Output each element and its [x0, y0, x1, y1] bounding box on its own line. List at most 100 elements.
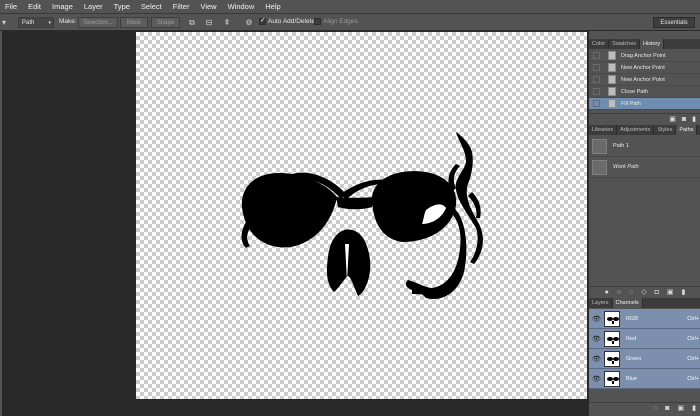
history-item[interactable]: New Anchor Point: [589, 74, 700, 86]
channel-shortcut: Ctrl+: [687, 315, 699, 322]
path-operations-icon[interactable]: ⧉: [187, 18, 197, 27]
new-document-from-state-icon[interactable]: ▣: [669, 115, 676, 123]
channel-row[interactable]: 👁 RGB Ctrl+: [589, 309, 700, 329]
channel-shortcut: Ctrl+: [687, 355, 699, 362]
eye-icon[interactable]: 👁: [592, 315, 601, 323]
history-item-selected[interactable]: Fill Path: [589, 98, 700, 110]
history-step-icon: [608, 87, 616, 96]
tab-history[interactable]: History: [640, 39, 665, 49]
load-channel-selection-icon[interactable]: ◌: [653, 405, 657, 412]
history-step-icon: [608, 63, 616, 72]
history-item-label: New Anchor Point: [621, 76, 665, 83]
path-item-label: Work Path: [613, 164, 639, 170]
menu-edit[interactable]: Edit: [28, 2, 41, 11]
channel-thumbnail: [604, 310, 620, 327]
new-path-icon[interactable]: ▣: [667, 288, 674, 296]
menu-window[interactable]: Window: [228, 2, 255, 11]
path-item[interactable]: Work Path: [589, 157, 700, 178]
history-panel-footer: ▣ ◙ ▮: [589, 113, 700, 124]
tab-layers[interactable]: Layers: [589, 298, 613, 308]
history-step-icon: [608, 75, 616, 84]
skull-thumbnail-icon: [607, 356, 619, 364]
pen-tool-icon[interactable]: ▾: [0, 18, 8, 27]
load-path-as-selection-icon[interactable]: ◌: [629, 289, 633, 296]
history-item[interactable]: New Anchor Point: [589, 62, 700, 74]
history-item[interactable]: Drag Anchor Point: [589, 50, 700, 62]
tab-channels[interactable]: Channels: [612, 298, 643, 308]
channel-name: Red: [626, 335, 637, 342]
history-brush-box[interactable]: [593, 52, 600, 59]
menu-help[interactable]: Help: [265, 2, 280, 11]
add-mask-icon[interactable]: ◘: [655, 289, 659, 296]
channel-shortcut: Ctrl+: [687, 375, 699, 382]
path-arrangement-icon[interactable]: ⇞: [222, 18, 232, 27]
menu-type[interactable]: Type: [114, 2, 130, 11]
history-item-label: Fill Path: [621, 100, 641, 107]
menu-filter[interactable]: Filter: [173, 2, 190, 11]
make-shape-button[interactable]: Shape: [151, 17, 180, 28]
menu-layer[interactable]: Layer: [84, 2, 103, 11]
camera-icon[interactable]: ◙: [682, 116, 686, 123]
auto-add-delete-label: Auto Add/Delete: [268, 18, 315, 25]
channel-name: Green: [626, 355, 642, 362]
tab-styles[interactable]: Styles: [654, 125, 677, 135]
gear-icon[interactable]: ⚙: [244, 18, 254, 27]
fill-path-icon[interactable]: ●: [605, 289, 609, 296]
channel-shortcut: Ctrl+: [687, 335, 699, 342]
trash-icon[interactable]: ▮: [682, 288, 686, 296]
new-channel-icon[interactable]: ▣: [678, 404, 685, 412]
history-item[interactable]: Close Path: [589, 86, 700, 98]
make-mask-button[interactable]: Mask: [120, 17, 148, 28]
options-bar: ▾ Path ▾ Make: Selection... Mask Shape ⧉…: [0, 14, 700, 31]
trash-icon[interactable]: ▮: [692, 115, 696, 123]
trash-icon[interactable]: ▮: [692, 404, 696, 412]
save-selection-icon[interactable]: ◙: [665, 405, 669, 412]
tab-swatches[interactable]: Swatches: [609, 39, 641, 49]
paths-panel-tabs: Libraries Adjustments Styles Paths: [589, 125, 700, 135]
menu-image[interactable]: Image: [52, 2, 73, 11]
auto-add-delete-checkbox[interactable]: [259, 16, 266, 25]
right-panels: Color Swatches History Drag Anchor Point…: [588, 31, 700, 416]
history-step-icon: [608, 51, 616, 60]
history-brush-box[interactable]: [593, 100, 600, 107]
channel-row[interactable]: 👁 Green Ctrl+: [589, 349, 700, 369]
history-item-label: Close Path: [621, 88, 648, 95]
make-label: Make:: [59, 18, 77, 25]
skull-thumbnail-icon: [607, 316, 619, 324]
channel-name: Blue: [626, 375, 638, 382]
channel-row[interactable]: 👁 Blue Ctrl+: [589, 369, 700, 389]
menu-view[interactable]: View: [200, 2, 216, 11]
channel-name: RGB: [626, 315, 638, 322]
chevron-down-icon: ▾: [48, 19, 51, 26]
history-brush-box[interactable]: [593, 88, 600, 95]
channel-thumbnail: [604, 370, 620, 387]
channel-thumbnail: [604, 350, 620, 367]
channels-panel-footer: ◌ ◙ ▣ ▮: [589, 402, 700, 413]
tab-adjustments[interactable]: Adjustments: [617, 125, 655, 135]
stroke-path-icon[interactable]: ○: [617, 289, 621, 296]
canvas[interactable]: [136, 32, 587, 399]
channels-panel-tabs: Layers Channels: [589, 298, 700, 308]
workspace-switcher[interactable]: Essentials: [653, 17, 695, 28]
tab-libraries[interactable]: Libraries: [589, 125, 618, 135]
align-edges-label: Align Edges: [323, 18, 358, 25]
channel-row[interactable]: 👁 Red Ctrl+: [589, 329, 700, 349]
eye-icon[interactable]: 👁: [592, 335, 601, 343]
paths-panel-footer: ● ○ ◌ ◇ ◘ ▣ ▮: [589, 286, 700, 297]
tab-color[interactable]: Color: [589, 39, 610, 49]
align-edges-checkbox[interactable]: [314, 18, 321, 25]
tool-mode-select[interactable]: Path ▾: [18, 17, 54, 28]
history-brush-box[interactable]: [593, 64, 600, 71]
menu-select[interactable]: Select: [141, 2, 162, 11]
path-item[interactable]: Path 1: [589, 136, 700, 157]
menu-file[interactable]: File: [5, 2, 17, 11]
make-work-path-icon[interactable]: ◇: [641, 288, 646, 296]
path-alignment-icon[interactable]: ⊟: [204, 18, 214, 27]
path-thumbnail: [592, 138, 607, 154]
tab-paths[interactable]: Paths: [676, 125, 698, 135]
skull-thumbnail-icon: [607, 336, 619, 344]
history-brush-box[interactable]: [593, 76, 600, 83]
eye-icon[interactable]: 👁: [592, 375, 601, 383]
eye-icon[interactable]: 👁: [592, 355, 601, 363]
make-selection-button[interactable]: Selection...: [78, 17, 118, 28]
